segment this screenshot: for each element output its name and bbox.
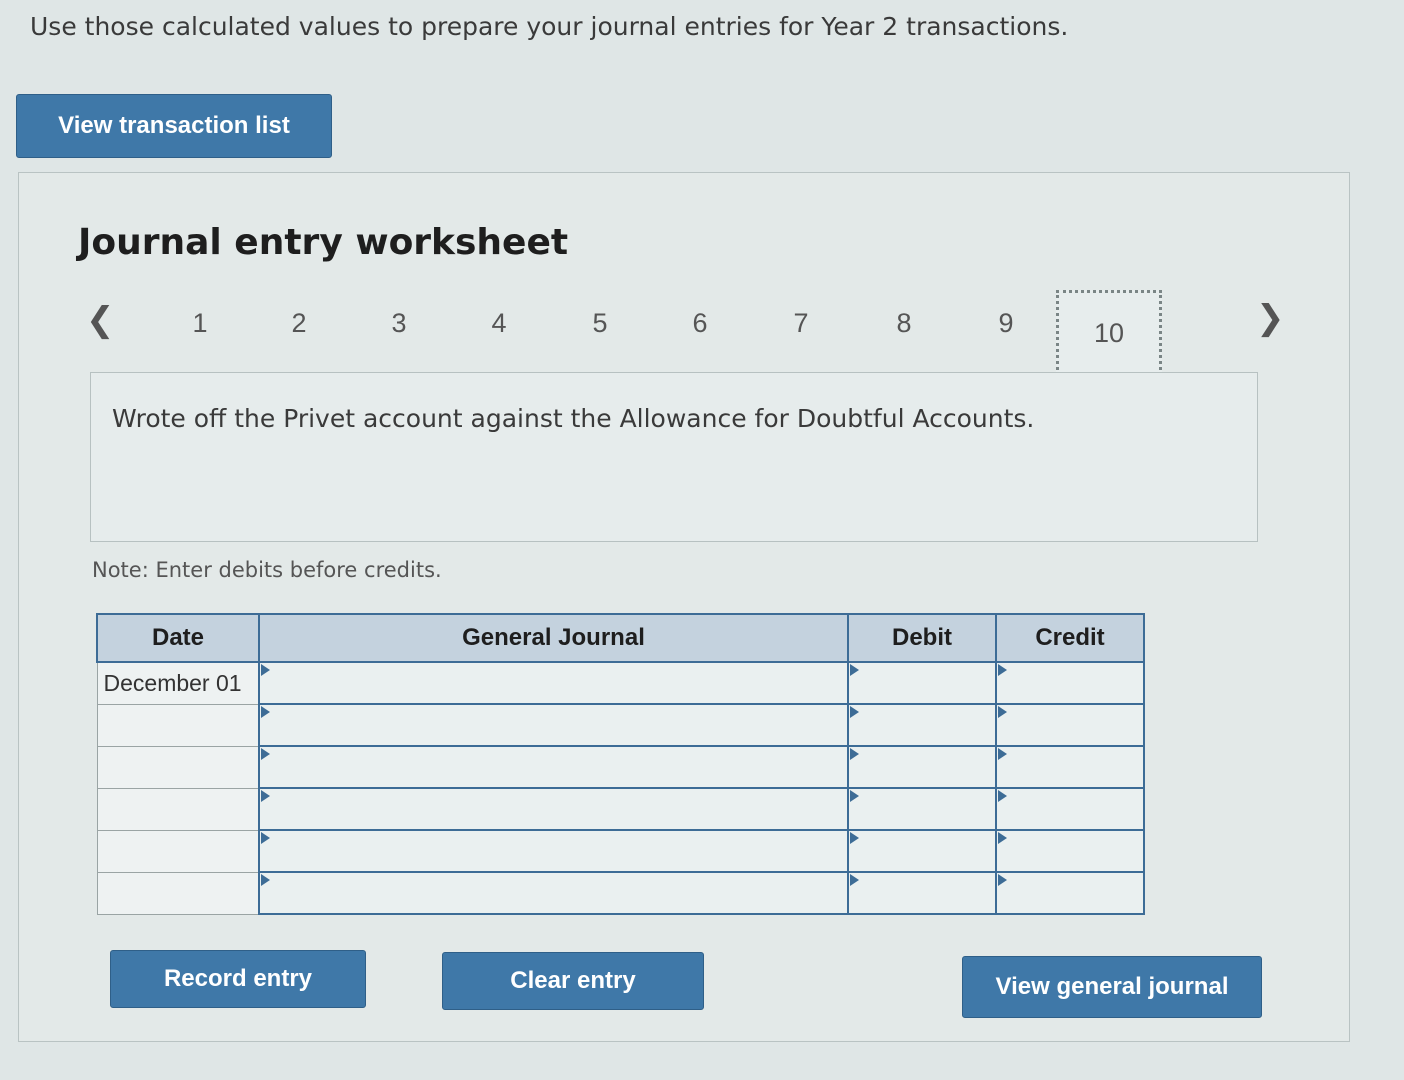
debit-cell xyxy=(847,829,997,873)
dropdown-marker-icon xyxy=(261,748,270,760)
credit-input[interactable] xyxy=(997,789,1143,829)
table-row xyxy=(96,703,1145,747)
account-cell xyxy=(258,661,849,705)
date-cell: December 01 xyxy=(96,661,260,705)
credit-input[interactable] xyxy=(997,663,1143,703)
header-credit: Credit xyxy=(995,613,1145,663)
journal-header-row: Date General Journal Debit Credit xyxy=(96,613,1145,663)
debit-cell xyxy=(847,745,997,789)
page-7[interactable]: 7 xyxy=(781,308,821,339)
date-cell xyxy=(96,745,260,789)
account-cell xyxy=(258,787,849,831)
header-debit: Debit xyxy=(847,613,997,663)
dropdown-marker-icon xyxy=(850,874,859,886)
credit-cell xyxy=(995,787,1145,831)
journal-table: Date General Journal Debit Credit Decemb… xyxy=(96,613,1145,915)
table-row xyxy=(96,787,1145,831)
date-cell xyxy=(96,703,260,747)
dropdown-marker-icon xyxy=(850,832,859,844)
page-10-active[interactable]: 10 xyxy=(1056,290,1162,376)
view-transaction-list-button[interactable]: View transaction list xyxy=(16,94,332,158)
debit-input[interactable] xyxy=(849,705,995,745)
debit-input[interactable] xyxy=(849,789,995,829)
dropdown-marker-icon xyxy=(850,664,859,676)
account-input[interactable] xyxy=(260,873,847,913)
instruction-text: Use those calculated values to prepare y… xyxy=(30,12,1069,41)
dropdown-marker-icon xyxy=(261,664,270,676)
account-input[interactable] xyxy=(260,831,847,871)
date-cell xyxy=(96,829,260,873)
page-9[interactable]: 9 xyxy=(986,308,1026,339)
credit-cell xyxy=(995,703,1145,747)
dropdown-marker-icon xyxy=(998,664,1007,676)
debit-input[interactable] xyxy=(849,831,995,871)
table-row: December 01 xyxy=(96,661,1145,705)
dropdown-marker-icon xyxy=(261,832,270,844)
table-row xyxy=(96,829,1145,873)
dropdown-marker-icon xyxy=(998,874,1007,886)
dropdown-marker-icon xyxy=(261,790,270,802)
account-cell xyxy=(258,829,849,873)
transaction-description: Wrote off the Privet account against the… xyxy=(112,404,1035,433)
dropdown-marker-icon xyxy=(261,874,270,886)
dropdown-marker-icon xyxy=(998,706,1007,718)
dropdown-marker-icon xyxy=(998,748,1007,760)
date-cell xyxy=(96,871,260,915)
table-row xyxy=(96,871,1145,915)
chevron-right-icon[interactable]: ❯ xyxy=(1256,298,1285,338)
credit-input[interactable] xyxy=(997,747,1143,787)
credit-input[interactable] xyxy=(997,831,1143,871)
credit-input[interactable] xyxy=(997,873,1143,913)
transaction-description-box xyxy=(90,372,1258,542)
credit-cell xyxy=(995,829,1145,873)
chevron-left-icon[interactable]: ❮ xyxy=(86,300,115,340)
dropdown-marker-icon xyxy=(850,790,859,802)
table-row xyxy=(96,745,1145,789)
dropdown-marker-icon xyxy=(998,832,1007,844)
debit-input[interactable] xyxy=(849,873,995,913)
dropdown-marker-icon xyxy=(998,790,1007,802)
account-cell xyxy=(258,871,849,915)
credit-cell xyxy=(995,745,1145,789)
debit-input[interactable] xyxy=(849,663,995,703)
debit-cell xyxy=(847,871,997,915)
credit-input[interactable] xyxy=(997,705,1143,745)
debit-input[interactable] xyxy=(849,747,995,787)
credit-cell xyxy=(995,871,1145,915)
worksheet-title: Journal entry worksheet xyxy=(78,222,569,263)
page-1[interactable]: 1 xyxy=(180,308,220,339)
page-5[interactable]: 5 xyxy=(580,308,620,339)
clear-entry-button[interactable]: Clear entry xyxy=(442,952,704,1010)
dropdown-marker-icon xyxy=(850,748,859,760)
credit-cell xyxy=(995,661,1145,705)
worksheet-pager: ❮ 1 2 3 4 5 6 7 8 9 10 ❯ xyxy=(0,290,1404,376)
account-input[interactable] xyxy=(260,747,847,787)
page-4[interactable]: 4 xyxy=(479,308,519,339)
dropdown-marker-icon xyxy=(261,706,270,718)
record-entry-button[interactable]: Record entry xyxy=(110,950,366,1008)
page-2[interactable]: 2 xyxy=(279,308,319,339)
page-3[interactable]: 3 xyxy=(379,308,419,339)
account-input[interactable] xyxy=(260,705,847,745)
account-input[interactable] xyxy=(260,663,847,703)
header-date: Date xyxy=(96,613,260,663)
page-8[interactable]: 8 xyxy=(884,308,924,339)
account-cell xyxy=(258,745,849,789)
page-6[interactable]: 6 xyxy=(680,308,720,339)
header-general-journal: General Journal xyxy=(258,613,849,663)
dropdown-marker-icon xyxy=(850,706,859,718)
debit-cell xyxy=(847,703,997,747)
entry-note: Note: Enter debits before credits. xyxy=(92,558,442,582)
account-cell xyxy=(258,703,849,747)
date-cell xyxy=(96,787,260,831)
view-general-journal-button[interactable]: View general journal xyxy=(962,956,1262,1018)
debit-cell xyxy=(847,661,997,705)
debit-cell xyxy=(847,787,997,831)
account-input[interactable] xyxy=(260,789,847,829)
